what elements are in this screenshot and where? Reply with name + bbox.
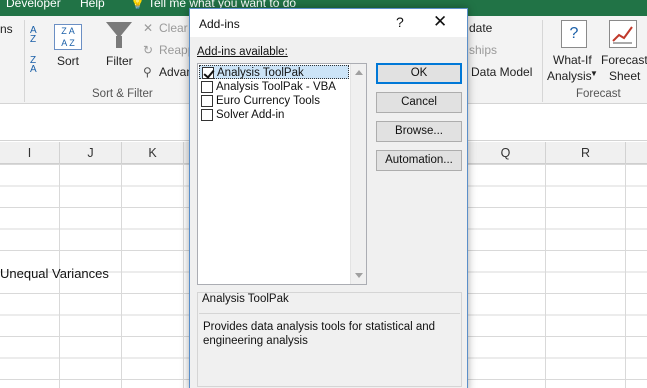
cell-text[interactable]: Unequal Variances bbox=[0, 266, 109, 281]
checkbox-checked[interactable] bbox=[202, 67, 214, 79]
add-ins-listbox[interactable]: Analysis ToolPak Analysis ToolPak - VBA … bbox=[197, 63, 367, 285]
grid-line bbox=[183, 164, 184, 388]
advanced-icon: ⚲ bbox=[143, 65, 152, 79]
description-groupbox: Analysis ToolPak Provides data analysis … bbox=[197, 292, 462, 387]
clear-icon: ✕ bbox=[143, 21, 154, 35]
column-header-q[interactable]: Q bbox=[466, 142, 546, 164]
dialog-title-bar: Add-ins ? ✕ bbox=[190, 9, 467, 37]
ok-button[interactable]: OK bbox=[376, 63, 462, 84]
lightbulb-icon: 💡 bbox=[130, 0, 145, 10]
forecast-chart-icon bbox=[612, 26, 633, 44]
listbox-scrollbar[interactable] bbox=[350, 64, 366, 284]
chevron-down-icon: ▼ bbox=[590, 69, 598, 78]
description-text: Provides data analysis tools for statist… bbox=[199, 313, 460, 385]
relationships-button[interactable]: ships bbox=[469, 43, 497, 57]
filter-icon-stem bbox=[116, 36, 122, 48]
cancel-button[interactable]: Cancel bbox=[376, 92, 462, 113]
refresh-all-label[interactable]: date bbox=[469, 21, 492, 35]
add-ins-dialog: Add-ins ? ✕ Add-ins available: Analysis … bbox=[189, 8, 468, 388]
browse-button[interactable]: Browse... bbox=[376, 121, 462, 142]
scroll-up-arrow-icon[interactable] bbox=[355, 70, 363, 75]
what-if-analysis-icon[interactable]: ? bbox=[561, 20, 587, 48]
checkbox[interactable] bbox=[201, 81, 213, 93]
checkbox[interactable] bbox=[201, 95, 213, 107]
add-ins-available-text: Add-ins available: bbox=[197, 46, 288, 58]
manage-data-model-button[interactable]: Data Model bbox=[471, 65, 532, 79]
list-item-euro-currency-tools[interactable]: Euro Currency Tools bbox=[199, 94, 349, 108]
forecast-sheet-icon[interactable] bbox=[609, 20, 637, 48]
grid-line bbox=[121, 164, 122, 388]
automation-button[interactable]: Automation... bbox=[376, 150, 462, 171]
ribbon-separator bbox=[24, 20, 25, 102]
grid-line bbox=[625, 164, 626, 388]
list-item-label: Euro Currency Tools bbox=[216, 95, 320, 107]
list-item-label: Analysis ToolPak bbox=[217, 67, 304, 79]
list-item-analysis-toolpak[interactable]: Analysis ToolPak bbox=[199, 65, 349, 79]
list-item-label: Solver Add-in bbox=[216, 109, 285, 121]
sort-button[interactable]: Sort bbox=[57, 54, 79, 68]
what-if-label-line1[interactable]: What-If bbox=[553, 53, 592, 67]
column-header-r[interactable]: R bbox=[546, 142, 626, 164]
column-header-i[interactable]: I bbox=[0, 142, 60, 164]
description-title: Analysis ToolPak bbox=[202, 293, 289, 305]
tab-developer[interactable]: Developer bbox=[6, 0, 61, 10]
add-ins-available-label: Add-ins available: bbox=[197, 46, 288, 58]
forecast-label-line2[interactable]: Sheet bbox=[609, 69, 640, 83]
sort-icon[interactable]: Z AA Z bbox=[54, 24, 82, 50]
what-if-label-line2[interactable]: Analysis bbox=[547, 69, 592, 83]
tab-help[interactable]: Help bbox=[80, 0, 105, 10]
column-header-j[interactable]: J bbox=[60, 142, 122, 164]
scroll-down-arrow-icon[interactable] bbox=[355, 273, 363, 278]
list-item-label: Analysis ToolPak - VBA bbox=[216, 81, 336, 93]
filter-button[interactable]: Filter bbox=[106, 54, 133, 68]
list-item-solver-add-in[interactable]: Solver Add-in bbox=[199, 108, 349, 122]
close-icon[interactable]: ✕ bbox=[433, 12, 447, 32]
forecast-group-label: Forecast bbox=[576, 88, 621, 100]
excel-window: Developer Help 💡 Tell me what you want t… bbox=[0, 0, 647, 388]
sort-filter-group-label: Sort & Filter bbox=[92, 88, 153, 100]
help-icon[interactable]: ? bbox=[396, 14, 404, 30]
sort-az-icon[interactable]: AZ bbox=[30, 26, 46, 45]
list-item-analysis-toolpak-vba[interactable]: Analysis ToolPak - VBA bbox=[199, 80, 349, 94]
forecast-label-line1[interactable]: Forecast bbox=[601, 53, 647, 67]
checkbox[interactable] bbox=[201, 109, 213, 121]
sort-za-icon[interactable]: ZA bbox=[30, 56, 46, 75]
dialog-title: Add-ins bbox=[199, 17, 240, 31]
ribbon-cut-label: ns bbox=[0, 22, 13, 36]
clear-button[interactable]: Clear bbox=[159, 21, 188, 35]
grid-line bbox=[545, 164, 546, 388]
column-header-k[interactable]: K bbox=[122, 142, 184, 164]
ribbon-separator bbox=[542, 20, 543, 102]
reapply-icon: ↻ bbox=[143, 43, 154, 57]
